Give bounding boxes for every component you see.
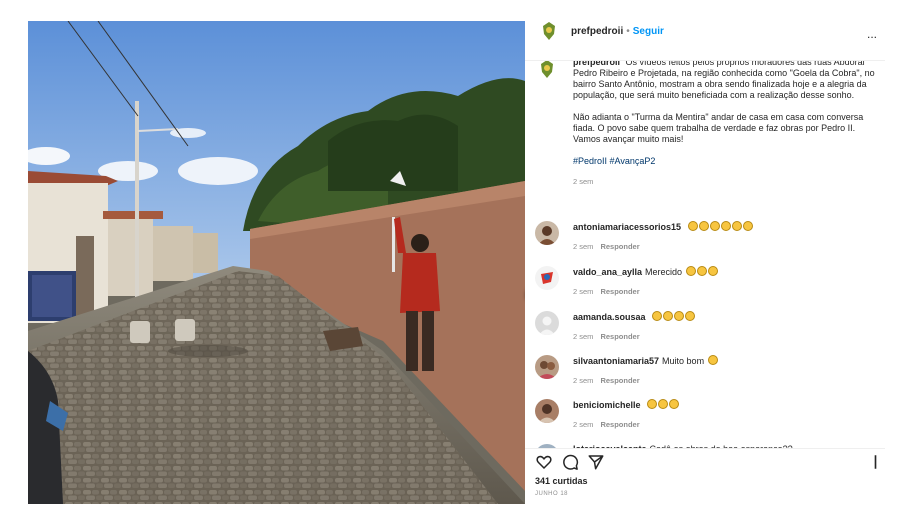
comment-text: Merecido (645, 267, 685, 277)
laughing-emoji-icon (742, 221, 753, 231)
reply-button[interactable]: Responder (600, 242, 639, 251)
comment-body: aamanda.sousaa 2 sem Responder (573, 311, 877, 342)
save-bookmark-icon[interactable] (873, 453, 881, 476)
comment-username[interactable]: aamanda.sousaa (573, 312, 646, 322)
caption-username[interactable]: prefpedroii (573, 61, 620, 67)
more-options-icon[interactable]: ... (867, 27, 877, 41)
clapping-hands-emoji-icon (707, 355, 718, 365)
comment-body: silvaantoniamaria57 Muito bom 2 sem Respon… (573, 355, 877, 386)
comment-time: 2 sem (573, 287, 594, 296)
post-media-video[interactable] (28, 21, 525, 504)
author-avatar[interactable] (537, 19, 561, 43)
emoji-group (651, 311, 696, 322)
post-date: JUNHO 18 (535, 491, 569, 497)
comment-meta: 2 sem Responder (573, 375, 877, 386)
follow-button[interactable]: Seguir (633, 26, 664, 37)
comment-username[interactable]: beniciomichelle (573, 400, 641, 410)
clapping-hands-emoji-icon (663, 311, 674, 321)
comments-list[interactable]: prefpedroii Os vídeos feitos pelos própr… (525, 61, 885, 458)
reply-button[interactable]: Responder (600, 376, 639, 385)
comment-time: 2 sem (573, 420, 594, 429)
comment-meta: 2 sem Responder (573, 419, 877, 430)
comment-meta: 2 sem Responder (573, 241, 877, 252)
comment-meta: 2 sem Responder (573, 331, 877, 342)
header-separator: • (626, 26, 630, 37)
clapping-hands-emoji-icon (674, 311, 685, 321)
laughing-emoji-icon (720, 221, 731, 231)
caption-avatar[interactable] (535, 61, 559, 81)
street-video-frame (28, 21, 525, 504)
laughing-emoji-icon (698, 221, 709, 231)
likes-count[interactable]: 341 curtidas (535, 476, 588, 486)
caption-time: 2 sem (573, 177, 594, 186)
clapping-hands-emoji-icon (696, 266, 707, 276)
emoji-group (646, 399, 680, 410)
comment-username[interactable]: silvaantoniamaria57 (573, 356, 659, 366)
reply-button[interactable]: Responder (600, 332, 639, 341)
header-username[interactable]: prefpedroii (571, 26, 623, 37)
comment-text: Muito bom (662, 356, 707, 366)
share-plane-icon[interactable] (587, 453, 605, 475)
clapping-hands-emoji-icon (707, 266, 718, 276)
post-header: prefpedroii • Seguir ... (525, 19, 885, 61)
commenter-avatar-placeholder[interactable] (535, 311, 559, 335)
clapping-hands-emoji-icon (685, 311, 696, 321)
comment-time: 2 sem (573, 376, 594, 385)
commenter-avatar[interactable] (535, 221, 559, 245)
like-heart-icon[interactable] (535, 453, 553, 475)
commenter-avatar[interactable] (535, 355, 559, 379)
laughing-emoji-icon (731, 221, 742, 231)
emoji-group (707, 355, 718, 366)
comment-username[interactable]: valdo_ana_aylla (573, 267, 642, 277)
reply-button[interactable]: Responder (600, 287, 639, 296)
comment-body: valdo_ana_aylla Merecido 2 sem Responder (573, 266, 877, 297)
emoji-group (685, 266, 718, 277)
clapping-hands-emoji-icon (669, 399, 680, 409)
clapping-hands-emoji-icon (685, 266, 696, 276)
laughing-emoji-icon (709, 221, 720, 231)
comment-username[interactable]: antoniamariacessorios15 (573, 222, 681, 232)
comment-meta: 2 sem Responder (573, 286, 877, 297)
comment-bubble-icon[interactable] (561, 453, 579, 475)
post-side-panel: prefpedroii • Seguir ... prefpedroii Os ví… (525, 19, 885, 504)
clapping-hands-emoji-icon (652, 311, 663, 321)
clapping-hands-emoji-icon (647, 399, 658, 409)
caption-paragraph-1: prefpedroii Os vídeos feitos pelos própr… (573, 61, 877, 101)
reply-button[interactable]: Responder (600, 420, 639, 429)
post-actions-footer: 341 curtidas JUNHO 18 (525, 448, 885, 504)
emoji-group (687, 221, 753, 232)
comment-time: 2 sem (573, 332, 594, 341)
clapping-hands-emoji-icon (658, 399, 669, 409)
comment-body: beniciomichelle 2 sem Responder (573, 399, 877, 430)
header-user-line: prefpedroii • Seguir (571, 21, 664, 39)
action-icons (535, 453, 605, 475)
commenter-avatar[interactable] (535, 266, 559, 290)
caption-paragraph-2: Não adianta o "Turma da Mentira" andar d… (573, 112, 864, 144)
commenter-avatar[interactable] (535, 399, 559, 423)
comment-time: 2 sem (573, 242, 594, 251)
caption-body: prefpedroii Os vídeos feitos pelos própr… (573, 61, 877, 187)
laughing-emoji-icon (687, 221, 698, 231)
caption-hashtags[interactable]: #PedroII #AvançaP2 (573, 156, 877, 167)
comment-body: antoniamariacessorios15 2 sem Responder (573, 221, 877, 252)
